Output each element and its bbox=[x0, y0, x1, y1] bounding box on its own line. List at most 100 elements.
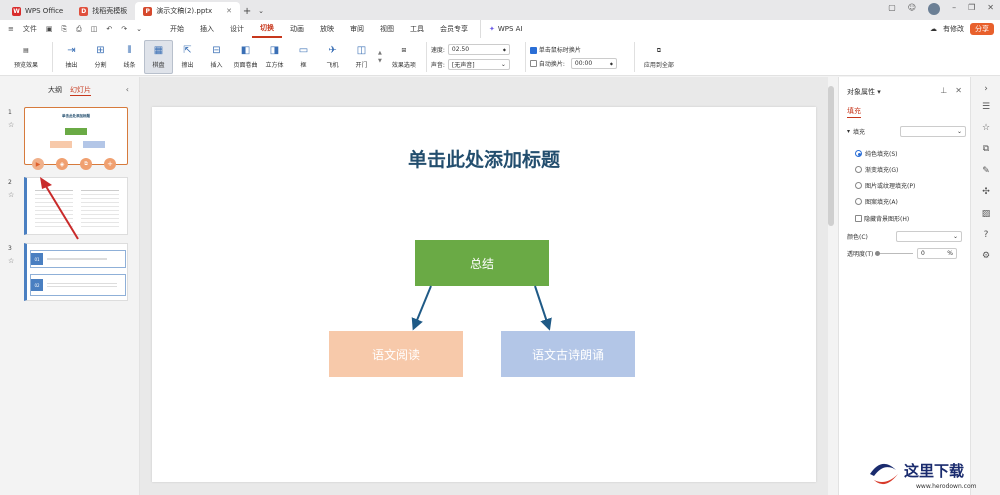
menu-review[interactable]: 审阅 bbox=[342, 20, 372, 38]
picture-icon[interactable]: ▨ bbox=[980, 208, 992, 220]
hamburger-icon[interactable]: ≡ bbox=[8, 25, 14, 33]
has-changes-status[interactable]: 有修改 bbox=[943, 24, 964, 34]
effect-box-button[interactable]: ▭ 框 bbox=[289, 40, 318, 74]
new-tab-button[interactable]: + bbox=[240, 2, 254, 20]
tab-wps-office[interactable]: W WPS Office bbox=[4, 2, 71, 20]
menu-start[interactable]: 开始 bbox=[162, 20, 192, 38]
close-window-icon[interactable]: ✕ bbox=[987, 3, 994, 15]
chevron-down-icon[interactable]: ⌄ bbox=[254, 2, 268, 20]
radio-selected[interactable] bbox=[855, 150, 862, 157]
slide-thumbnail-1[interactable]: 1 ☆ 单击此处添加标题 ▶ ◈ ⧉ + bbox=[8, 107, 130, 177]
auto-time-input[interactable]: 00:00 ◆ bbox=[570, 57, 617, 69]
fill-option-pattern[interactable]: 图案填充(A) bbox=[855, 197, 898, 206]
print-icon[interactable]: ⎙ bbox=[76, 25, 82, 34]
hide-background-checkbox[interactable]: 隐藏背景图形(H) bbox=[855, 214, 909, 223]
slide-canvas[interactable]: 单击此处添加标题 总结 语文阅读 语文古诗朗诵 bbox=[152, 107, 816, 482]
tab-presentation[interactable]: P 演示文稿(2).pptx ✕ bbox=[135, 2, 241, 20]
apply-all-button[interactable]: ⧉ 应用到全部 bbox=[639, 40, 679, 74]
fill-option-gradient[interactable]: 渐变填充(G) bbox=[855, 165, 898, 174]
maximize-icon[interactable]: ❐ bbox=[968, 3, 975, 15]
feedback-icon[interactable]: ☺ bbox=[908, 3, 916, 15]
radio-unselected[interactable] bbox=[855, 166, 862, 173]
click-switch-checkbox[interactable]: 单击鼠标时换片 bbox=[529, 45, 630, 54]
avatar[interactable] bbox=[928, 3, 941, 15]
sound-select[interactable]: [无声音] ⌄ bbox=[447, 58, 510, 70]
wps-ai-button[interactable]: ✦ WPS AI bbox=[479, 20, 531, 38]
fill-option-solid[interactable]: 纯色填充(S) bbox=[855, 149, 898, 158]
minimize-icon[interactable]: – bbox=[952, 3, 956, 15]
preview-icon[interactable]: ◫ bbox=[91, 25, 98, 33]
tab-outline[interactable]: 大纲 bbox=[48, 85, 62, 96]
settings-icon[interactable]: ⚙ bbox=[980, 250, 992, 262]
transform-icon[interactable]: ✣ bbox=[980, 186, 992, 198]
expand-icon[interactable]: ▾ bbox=[847, 128, 850, 135]
star-icon[interactable]: ☆ bbox=[8, 121, 14, 129]
menu-transition[interactable]: 切换 bbox=[251, 20, 282, 38]
brush-icon[interactable]: ✎ bbox=[980, 165, 992, 177]
collapse-panel-icon[interactable]: ‹ bbox=[126, 85, 129, 94]
checkbox-checked[interactable] bbox=[529, 46, 537, 54]
tab-docer[interactable]: D 找稻壳模板 bbox=[71, 2, 135, 20]
help-icon[interactable]: ? bbox=[980, 229, 992, 241]
radio-unselected[interactable] bbox=[855, 182, 862, 189]
properties-icon[interactable]: ☰ bbox=[980, 101, 992, 113]
design-icon[interactable]: ◈ bbox=[56, 158, 68, 170]
effect-cube-button[interactable]: ◨ 立方体 bbox=[260, 40, 289, 74]
panel-title[interactable]: 对象属性 ▾ bbox=[847, 87, 881, 97]
menu-slideshow[interactable]: 放映 bbox=[312, 20, 342, 38]
menu-design[interactable]: 设计 bbox=[222, 20, 252, 38]
preview-effect-button[interactable]: ▤ 预览效果 bbox=[4, 40, 48, 74]
gallery-scroll[interactable]: ▲ ▼ bbox=[378, 50, 382, 64]
pin-icon[interactable]: ⊥ bbox=[940, 86, 947, 95]
slide-thumbnail-3[interactable]: 3 ☆ 01 02 bbox=[8, 243, 130, 303]
star-icon[interactable]: ☆ bbox=[8, 257, 14, 265]
effect-lines-button[interactable]: ⦀ 线条 bbox=[115, 40, 144, 74]
file-menu[interactable]: 文件 bbox=[23, 24, 37, 34]
fill-option-picture[interactable]: 图片或纹理填充(P) bbox=[855, 181, 915, 190]
tab-slides[interactable]: 幻灯片 bbox=[70, 85, 91, 96]
fill-select[interactable]: ⌄ bbox=[900, 126, 967, 137]
auto-switch-checkbox[interactable]: 自动换片: 00:00 ◆ bbox=[529, 57, 630, 69]
close-icon[interactable]: ✕ bbox=[955, 86, 962, 95]
collapse-icon[interactable]: › bbox=[980, 83, 992, 95]
radio-unselected[interactable] bbox=[855, 198, 862, 205]
checkbox-unchecked[interactable] bbox=[529, 59, 537, 67]
transparency-slider[interactable] bbox=[875, 251, 913, 256]
close-tab-icon[interactable]: ✕ bbox=[226, 7, 232, 15]
copy-icon[interactable]: ⧉ bbox=[80, 158, 92, 170]
layout-icon[interactable]: ▢ bbox=[888, 3, 896, 15]
effect-checkerboard-button[interactable]: ▦ 棋盘 bbox=[144, 39, 173, 74]
export-pdf-icon[interactable]: ⎘ bbox=[62, 25, 68, 34]
menu-insert[interactable]: 插入 bbox=[192, 20, 222, 38]
undo-icon[interactable]: ↶ bbox=[106, 25, 112, 33]
effect-insert-button[interactable]: ⊟ 插入 bbox=[202, 40, 231, 74]
menu-member[interactable]: 会员专享 bbox=[432, 20, 476, 38]
play-icon[interactable]: ▶ bbox=[32, 158, 44, 170]
effect-wipe-button[interactable]: ⇱ 擦出 bbox=[173, 40, 202, 74]
menu-animation[interactable]: 动画 bbox=[282, 20, 312, 38]
star-icon[interactable]: ☆ bbox=[8, 191, 14, 199]
slider-handle[interactable] bbox=[875, 251, 880, 256]
effect-airplane-button[interactable]: ✈ 飞机 bbox=[318, 40, 347, 74]
checkbox-unchecked[interactable] bbox=[855, 215, 862, 222]
slide-thumb-preview[interactable]: 单击此处添加标题 bbox=[24, 107, 128, 165]
effect-pullout-button[interactable]: ⇥ 抽出 bbox=[57, 40, 86, 74]
redo-icon[interactable]: ↷ bbox=[121, 25, 127, 33]
chevron-up-icon[interactable]: ▲ bbox=[378, 50, 382, 56]
vertical-scrollbar[interactable] bbox=[828, 86, 834, 226]
tab-fill[interactable]: 填充 bbox=[847, 106, 861, 118]
chevron-down-icon[interactable]: ▼ bbox=[378, 58, 382, 64]
layers-icon[interactable]: ⧉ bbox=[980, 143, 992, 155]
effect-split-button[interactable]: ⊞ 分割 bbox=[86, 40, 115, 74]
more-icon[interactable]: ⌄ bbox=[136, 25, 142, 33]
save-icon[interactable]: ▣ bbox=[46, 25, 53, 33]
menu-tools[interactable]: 工具 bbox=[402, 20, 432, 38]
speed-input[interactable]: 02.50 ◆ bbox=[447, 43, 510, 55]
share-button[interactable]: 分享 bbox=[970, 23, 994, 35]
add-icon[interactable]: + bbox=[104, 158, 116, 170]
effect-options-button[interactable]: ⊞ 效果选项 bbox=[386, 40, 422, 74]
color-select[interactable]: ⌄ bbox=[896, 231, 962, 242]
menu-view[interactable]: 视图 bbox=[372, 20, 402, 38]
effect-door-button[interactable]: ◫ 开门 bbox=[347, 40, 376, 74]
slide-thumb-preview[interactable]: 01 02 bbox=[24, 243, 128, 301]
